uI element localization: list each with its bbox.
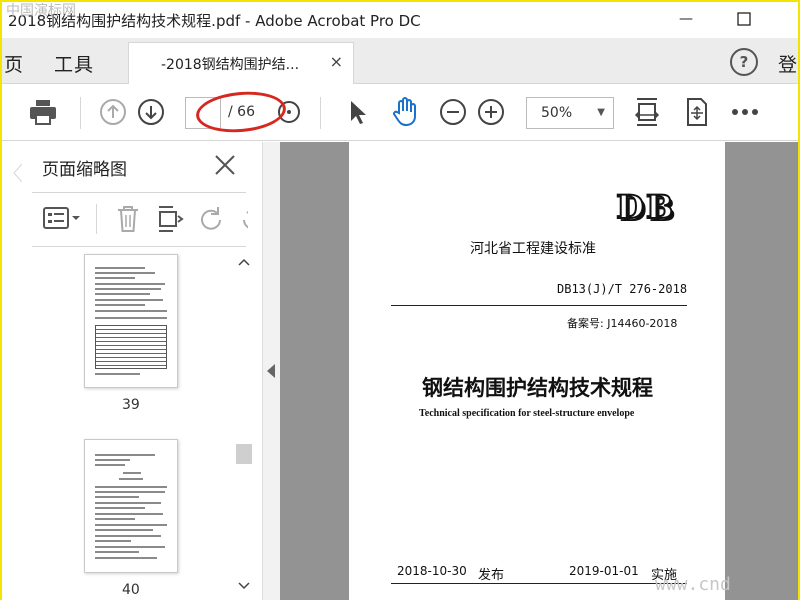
previous-page-button[interactable] bbox=[96, 95, 130, 129]
org-name: 河北省工程建设标准 bbox=[470, 241, 596, 257]
select-tool-button[interactable] bbox=[340, 95, 374, 129]
watermark-bottom: www.cnd bbox=[655, 574, 731, 595]
more-tools-button[interactable] bbox=[728, 95, 762, 129]
issue-label: 发布 bbox=[478, 568, 505, 583]
fit-width-icon bbox=[634, 98, 660, 126]
login-button[interactable]: 登 bbox=[778, 50, 798, 77]
maximize-icon bbox=[737, 12, 751, 26]
thumbnail-label-39: 39 bbox=[122, 397, 140, 413]
rotate-icon bbox=[201, 207, 221, 230]
document-subtitle: Technical specification for steel-struct… bbox=[419, 408, 635, 419]
db-logo: DB bbox=[615, 187, 675, 227]
thumbnail-label-40: 40 bbox=[122, 582, 140, 598]
zoom-in-button[interactable] bbox=[474, 95, 508, 129]
watermark-top: 中国演标网 bbox=[6, 3, 76, 19]
hand-icon bbox=[393, 97, 416, 127]
record-number: 备案号: J14460-2018 bbox=[567, 317, 678, 330]
close-icon bbox=[215, 155, 235, 175]
print-button[interactable] bbox=[26, 95, 60, 129]
delete-page-button[interactable] bbox=[114, 204, 142, 238]
minimize-button[interactable]: — bbox=[666, 6, 706, 32]
scroll-down-icon[interactable] bbox=[238, 582, 250, 590]
tab-document[interactable]: -2018钢结构围护结... × bbox=[128, 42, 354, 84]
trash-icon bbox=[118, 206, 138, 232]
rotate-view-button[interactable] bbox=[680, 95, 714, 129]
fit-page-button[interactable] bbox=[630, 95, 664, 129]
more-icon bbox=[732, 109, 758, 115]
close-tab-icon[interactable]: × bbox=[330, 52, 343, 71]
document-title: 钢结构围护结构技术规程 bbox=[422, 375, 653, 400]
zoom-out-icon bbox=[440, 99, 466, 125]
insert-page-button[interactable] bbox=[156, 204, 184, 238]
tab-home[interactable]: 页 bbox=[4, 50, 24, 77]
help-button[interactable]: ? bbox=[730, 48, 758, 76]
document-tab-label: -2018钢结构围护结... bbox=[161, 56, 300, 73]
arrow-down-circle-icon bbox=[138, 99, 164, 125]
print-icon bbox=[30, 100, 56, 125]
thumbnails-panel: 页面缩略图 39 40 bbox=[2, 142, 262, 600]
minimize-icon: — bbox=[679, 11, 693, 27]
chevron-down-icon: ▼ bbox=[597, 107, 605, 118]
panel-pointer-icon bbox=[13, 164, 22, 182]
arrow-up-circle-icon bbox=[100, 99, 126, 125]
tab-bar: 页 工具 -2018钢结构围护结... × ? 登 bbox=[2, 38, 798, 84]
scrollbar-thumb[interactable] bbox=[236, 444, 252, 464]
insert-page-icon bbox=[159, 206, 184, 232]
collapse-left-icon[interactable] bbox=[266, 364, 276, 378]
thumbnail-page-39[interactable] bbox=[84, 254, 178, 388]
close-panel-button[interactable] bbox=[212, 152, 238, 182]
more-panel-options[interactable] bbox=[238, 204, 248, 234]
toolbar: / 66 50% ▼ bbox=[2, 85, 798, 141]
effect-date: 2019-01-01 bbox=[569, 564, 639, 578]
list-options-icon bbox=[43, 207, 80, 229]
thumbnail-page-40[interactable] bbox=[84, 439, 178, 573]
thumbnail-scrollbar[interactable] bbox=[234, 250, 254, 600]
maximize-button[interactable] bbox=[724, 6, 764, 32]
panel-title: 页面缩略图 bbox=[42, 160, 127, 180]
cursor-arrow-icon bbox=[351, 101, 366, 124]
zoom-in-icon bbox=[478, 99, 504, 125]
title-bar: 2018钢结构围护结构技术规程.pdf - Adobe Acrobat Pro … bbox=[2, 2, 798, 38]
zoom-out-button[interactable] bbox=[436, 95, 470, 129]
issue-date: 2018-10-30 bbox=[397, 564, 467, 578]
tab-tools[interactable]: 工具 bbox=[54, 50, 94, 77]
page-move-icon bbox=[687, 98, 707, 126]
hand-tool-button[interactable] bbox=[388, 95, 422, 129]
scroll-up-icon[interactable] bbox=[238, 258, 250, 266]
thumbnail-options-button[interactable] bbox=[42, 204, 84, 236]
rotate-ccw-icon bbox=[243, 211, 248, 229]
collapse-panel-strip[interactable] bbox=[262, 142, 280, 600]
zoom-select[interactable]: 50% ▼ bbox=[526, 97, 614, 129]
zoom-value: 50% bbox=[541, 105, 573, 121]
next-page-button[interactable] bbox=[134, 95, 168, 129]
rotate-page-button[interactable] bbox=[198, 204, 226, 238]
help-icon: ? bbox=[739, 53, 749, 71]
standard-code: DB13(J)/T 276-2018 bbox=[557, 282, 688, 296]
document-page: DB 河北省工程建设标准 DB13(J)/T 276-2018 备案号: J14… bbox=[349, 142, 725, 600]
